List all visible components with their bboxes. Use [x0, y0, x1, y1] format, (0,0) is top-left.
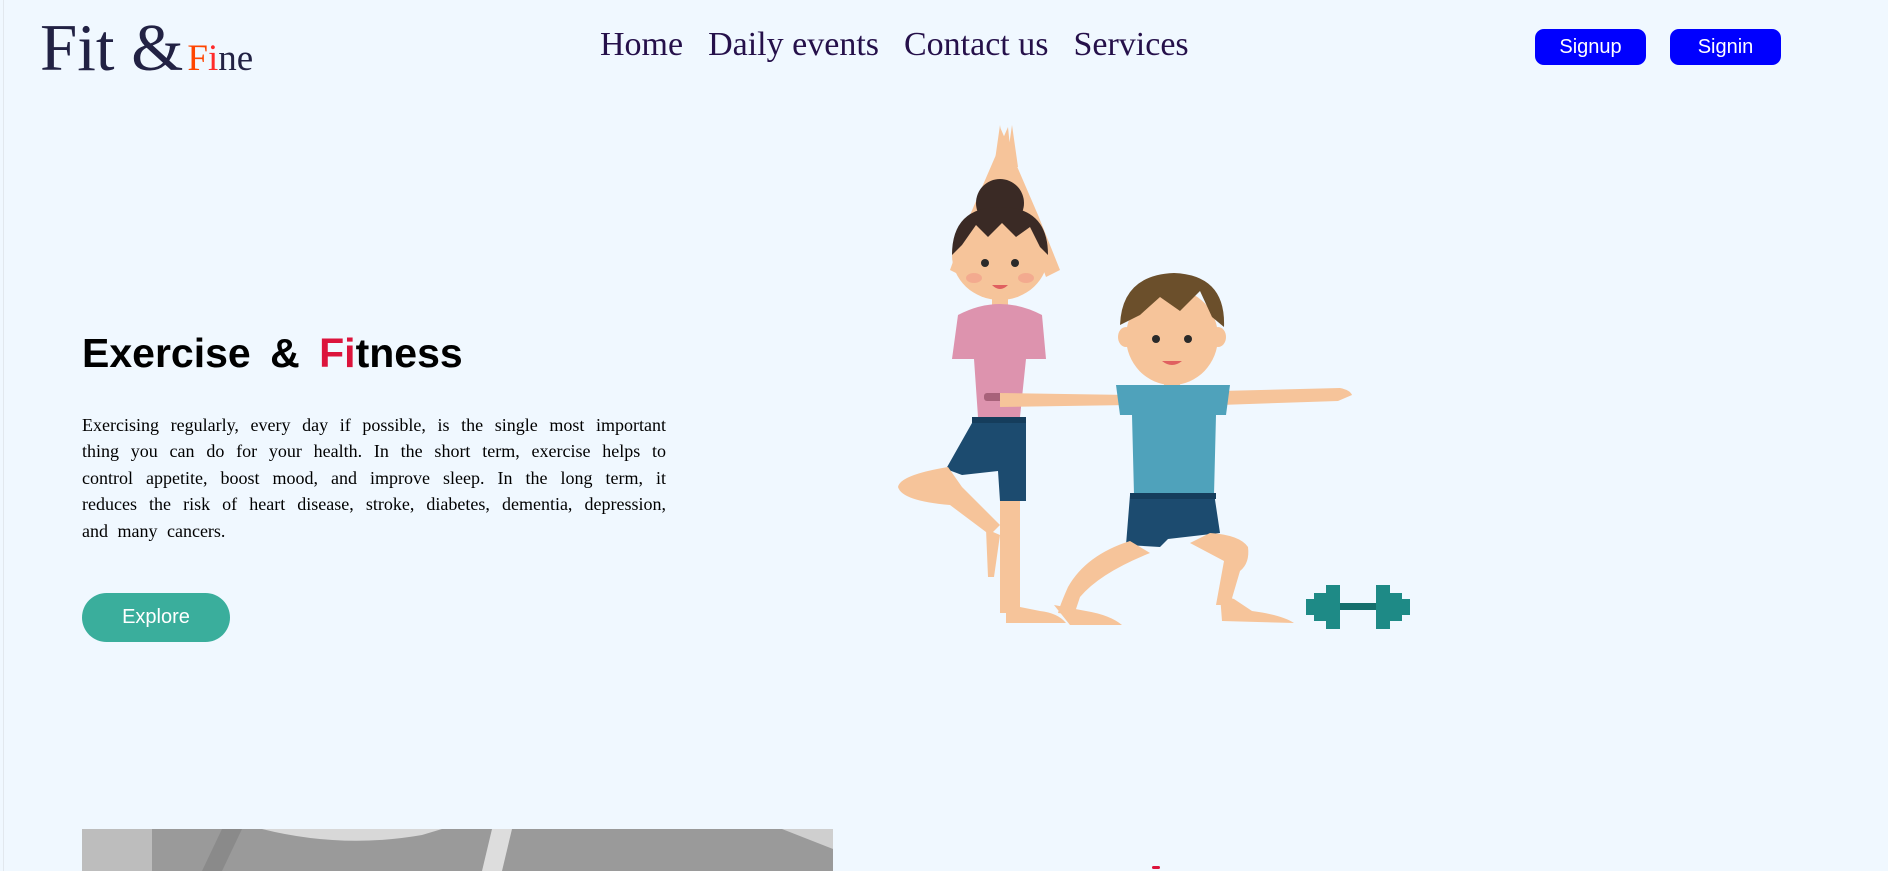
logo-sub-rest: ne	[218, 38, 254, 79]
fitness-illustration	[898, 125, 1410, 629]
explore-button[interactable]: Explore	[82, 593, 230, 642]
logo-sub-i: i	[207, 38, 219, 79]
hero-title-rest: tness	[355, 330, 463, 376]
gym-photo-graphic	[82, 829, 833, 871]
site-logo[interactable]: Fit & Fine	[40, 10, 253, 86]
nav-contact-us[interactable]: Contact us	[904, 22, 1048, 68]
hero-title-red-f: F	[319, 330, 345, 376]
gym-photo	[82, 829, 833, 871]
hero-title: Exercise & Fitness	[82, 327, 463, 379]
signin-button[interactable]: Signin	[1670, 29, 1781, 65]
main-nav: Home Daily events Contact us Services	[600, 22, 1189, 68]
logo-sub-f: F	[187, 38, 208, 79]
page-left-border	[3, 0, 4, 871]
nav-daily-events[interactable]: Daily events	[708, 22, 879, 68]
hero-title-prefix: Exercise &	[82, 330, 320, 376]
dumbbell-icon	[1306, 585, 1410, 629]
logo-main-text: Fit &	[40, 11, 184, 85]
logo-sub-text: Fine	[187, 38, 253, 79]
nav-services[interactable]: Services	[1073, 22, 1188, 68]
section-accent-mark	[1152, 866, 1160, 869]
hero-title-red-i: i	[344, 330, 356, 376]
nav-home[interactable]: Home	[600, 22, 683, 68]
signup-button[interactable]: Signup	[1535, 29, 1646, 65]
hero-paragraph: Exercising regularly, every day if possi…	[82, 415, 666, 541]
girl-figure	[898, 125, 1066, 623]
boy-figure	[1000, 273, 1352, 625]
